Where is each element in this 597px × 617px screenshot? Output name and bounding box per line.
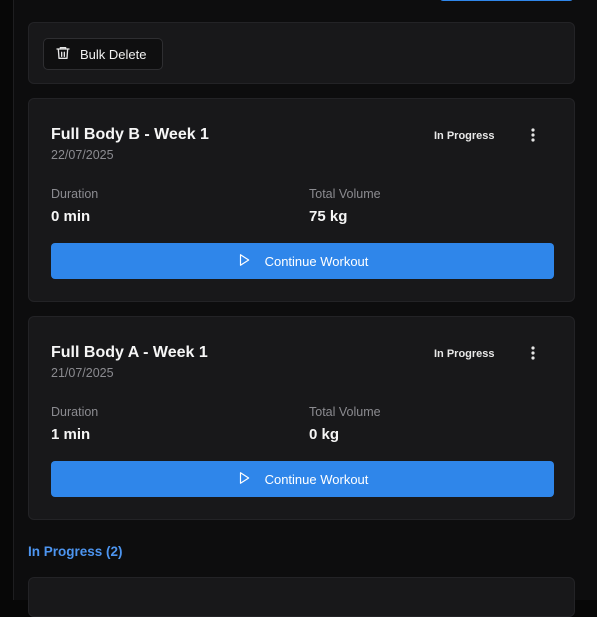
- workout-date: 22/07/2025: [51, 148, 114, 162]
- duration-label: Duration: [51, 405, 99, 419]
- trash-icon: [55, 45, 71, 64]
- workout-card[interactable]: Full Body A - Week 1 21/07/2025 In Progr…: [28, 316, 575, 520]
- continue-workout-label: Continue Workout: [264, 253, 369, 269]
- status-badge: In Progress: [434, 130, 495, 142]
- workout-card[interactable]: Full Body B - Week 1 22/07/2025 In Progr…: [28, 98, 575, 302]
- total-volume-value: 75 kg: [309, 208, 348, 225]
- bulk-actions-toolbar: Bulk Delete: [28, 22, 575, 84]
- top-primary-button-edge[interactable]: [440, 0, 573, 1]
- workout-date: 21/07/2025: [51, 366, 114, 380]
- duration-value: 0 min: [51, 208, 91, 225]
- more-options-button[interactable]: [525, 127, 541, 147]
- duration-label: Duration: [51, 187, 99, 201]
- play-icon: [237, 471, 251, 488]
- total-volume-label: Total Volume: [309, 405, 381, 419]
- more-options-button[interactable]: [525, 345, 541, 365]
- workout-card-partial[interactable]: [28, 577, 575, 617]
- workout-title: Full Body A - Week 1: [51, 344, 208, 361]
- more-vertical-icon: [531, 345, 535, 365]
- continue-workout-button[interactable]: Continue Workout: [51, 243, 554, 279]
- total-volume-value: 0 kg: [309, 426, 340, 443]
- continue-workout-button[interactable]: Continue Workout: [51, 461, 554, 497]
- total-volume-label: Total Volume: [309, 187, 381, 201]
- continue-workout-label: Continue Workout: [264, 471, 369, 487]
- bulk-delete-label: Bulk Delete: [80, 46, 147, 62]
- status-badge: In Progress: [434, 348, 495, 360]
- workout-title: Full Body B - Week 1: [51, 126, 209, 143]
- play-icon: [237, 253, 251, 270]
- duration-value: 1 min: [51, 426, 91, 443]
- bulk-delete-button[interactable]: Bulk Delete: [43, 38, 163, 70]
- more-vertical-icon: [531, 127, 535, 147]
- section-heading-in-progress: In Progress (2): [28, 544, 123, 559]
